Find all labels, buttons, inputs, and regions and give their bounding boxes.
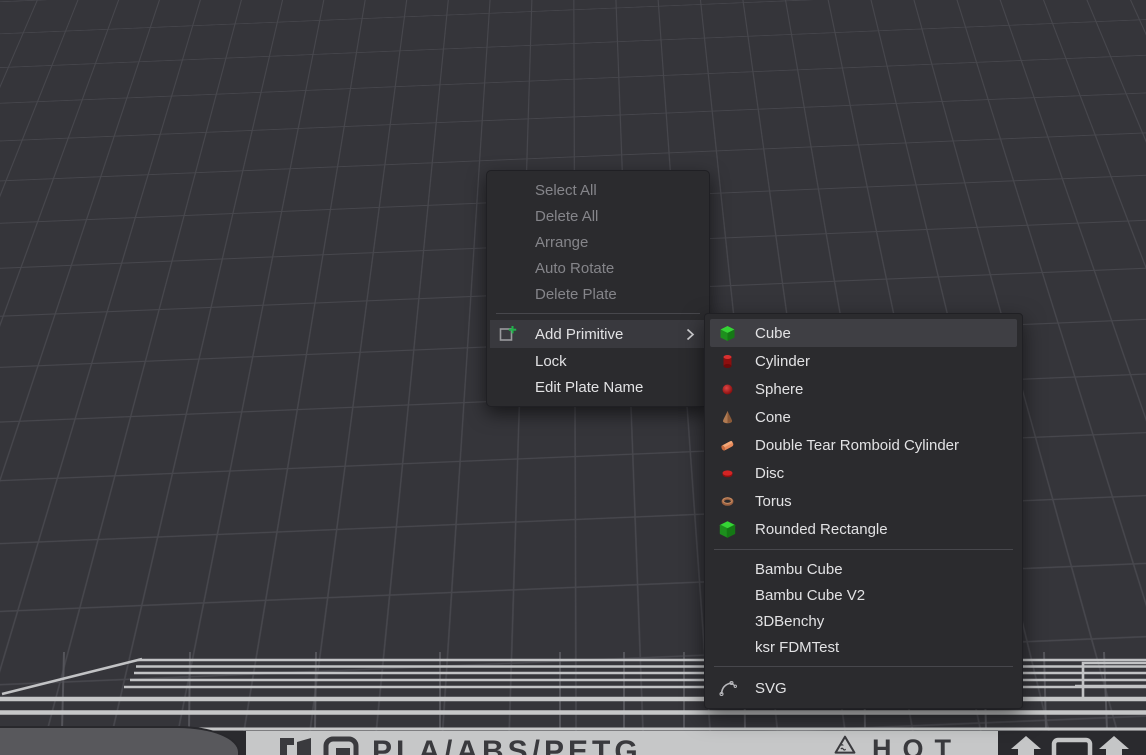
- menu-item-edit-plate-name[interactable]: Edit Plate Name: [487, 374, 709, 400]
- plate-context-menu: Select All Delete All Arrange Auto Rotat…: [486, 170, 710, 407]
- viewport-3d: PLA/ABS/PETG HOT Select All Delete All A…: [0, 0, 1146, 755]
- menu-item-arrange[interactable]: Arrange: [487, 229, 709, 255]
- menu-item-delete-plate[interactable]: Delete Plate: [487, 281, 709, 307]
- bambu-logo-icon: [278, 736, 370, 755]
- submenu-item-double-tear-romboid-cylinder[interactable]: Double Tear Romboid Cylinder: [705, 431, 1022, 459]
- hot-label: HOT: [872, 734, 962, 755]
- submenu-item-bambu-cube[interactable]: Bambu Cube: [705, 556, 1022, 582]
- double-tear-romboid-cylinder-icon: [719, 437, 737, 454]
- menu-item-select-all[interactable]: Select All: [487, 177, 709, 203]
- submenu-item-disc[interactable]: Disc: [705, 459, 1022, 487]
- arrow-up-icon: [1011, 736, 1041, 755]
- rounded-rectangle-icon: [719, 521, 737, 538]
- submenu-item-svg[interactable]: SVG: [705, 673, 1022, 703]
- cone-icon: [719, 409, 737, 426]
- submenu-item-rounded-rectangle[interactable]: Rounded Rectangle: [705, 515, 1022, 543]
- submenu-item-cylinder[interactable]: Cylinder: [705, 347, 1022, 375]
- plate-front-edge: PLA/ABS/PETG HOT: [246, 731, 998, 755]
- arrow-up-icon: [1099, 736, 1129, 755]
- disc-icon: [719, 465, 737, 482]
- menu-separator: [496, 313, 700, 314]
- plate-slot-icon: [1054, 740, 1090, 755]
- menu-item-delete-all[interactable]: Delete All: [487, 203, 709, 229]
- plate-orientation-marks: [1010, 735, 1146, 755]
- cylinder-icon: [719, 353, 737, 370]
- cube-icon: [719, 325, 737, 342]
- add-primitive-icon: [499, 325, 517, 343]
- menu-item-lock[interactable]: Lock: [487, 348, 709, 374]
- submenu-item-cone[interactable]: Cone: [705, 403, 1022, 431]
- torus-icon: [719, 493, 737, 510]
- submenu-item-3dbenchy[interactable]: 3DBenchy: [705, 608, 1022, 634]
- submenu-separator: [714, 666, 1013, 667]
- menu-item-auto-rotate[interactable]: Auto Rotate: [487, 255, 709, 281]
- submenu-item-ksr-fdmtest[interactable]: ksr FDMTest: [705, 634, 1022, 660]
- submenu-item-bambu-cube-v2[interactable]: Bambu Cube V2: [705, 582, 1022, 608]
- submenu-item-torus[interactable]: Torus: [705, 487, 1022, 515]
- menu-item-add-primitive[interactable]: Add Primitive: [487, 320, 709, 348]
- hot-warning-icon: [826, 735, 864, 755]
- submenu-item-cube[interactable]: Cube: [705, 319, 1022, 347]
- submenu-separator: [714, 549, 1013, 550]
- plate-material-label: PLA/ABS/PETG: [372, 735, 642, 755]
- sphere-icon: [719, 381, 737, 398]
- bezier-curve-icon: [719, 679, 737, 697]
- add-primitive-submenu: Cube Cylinder Sphere: [704, 313, 1023, 709]
- submenu-item-sphere[interactable]: Sphere: [705, 375, 1022, 403]
- plate-lift-tab: [0, 726, 240, 755]
- chevron-right-icon: [686, 328, 695, 341]
